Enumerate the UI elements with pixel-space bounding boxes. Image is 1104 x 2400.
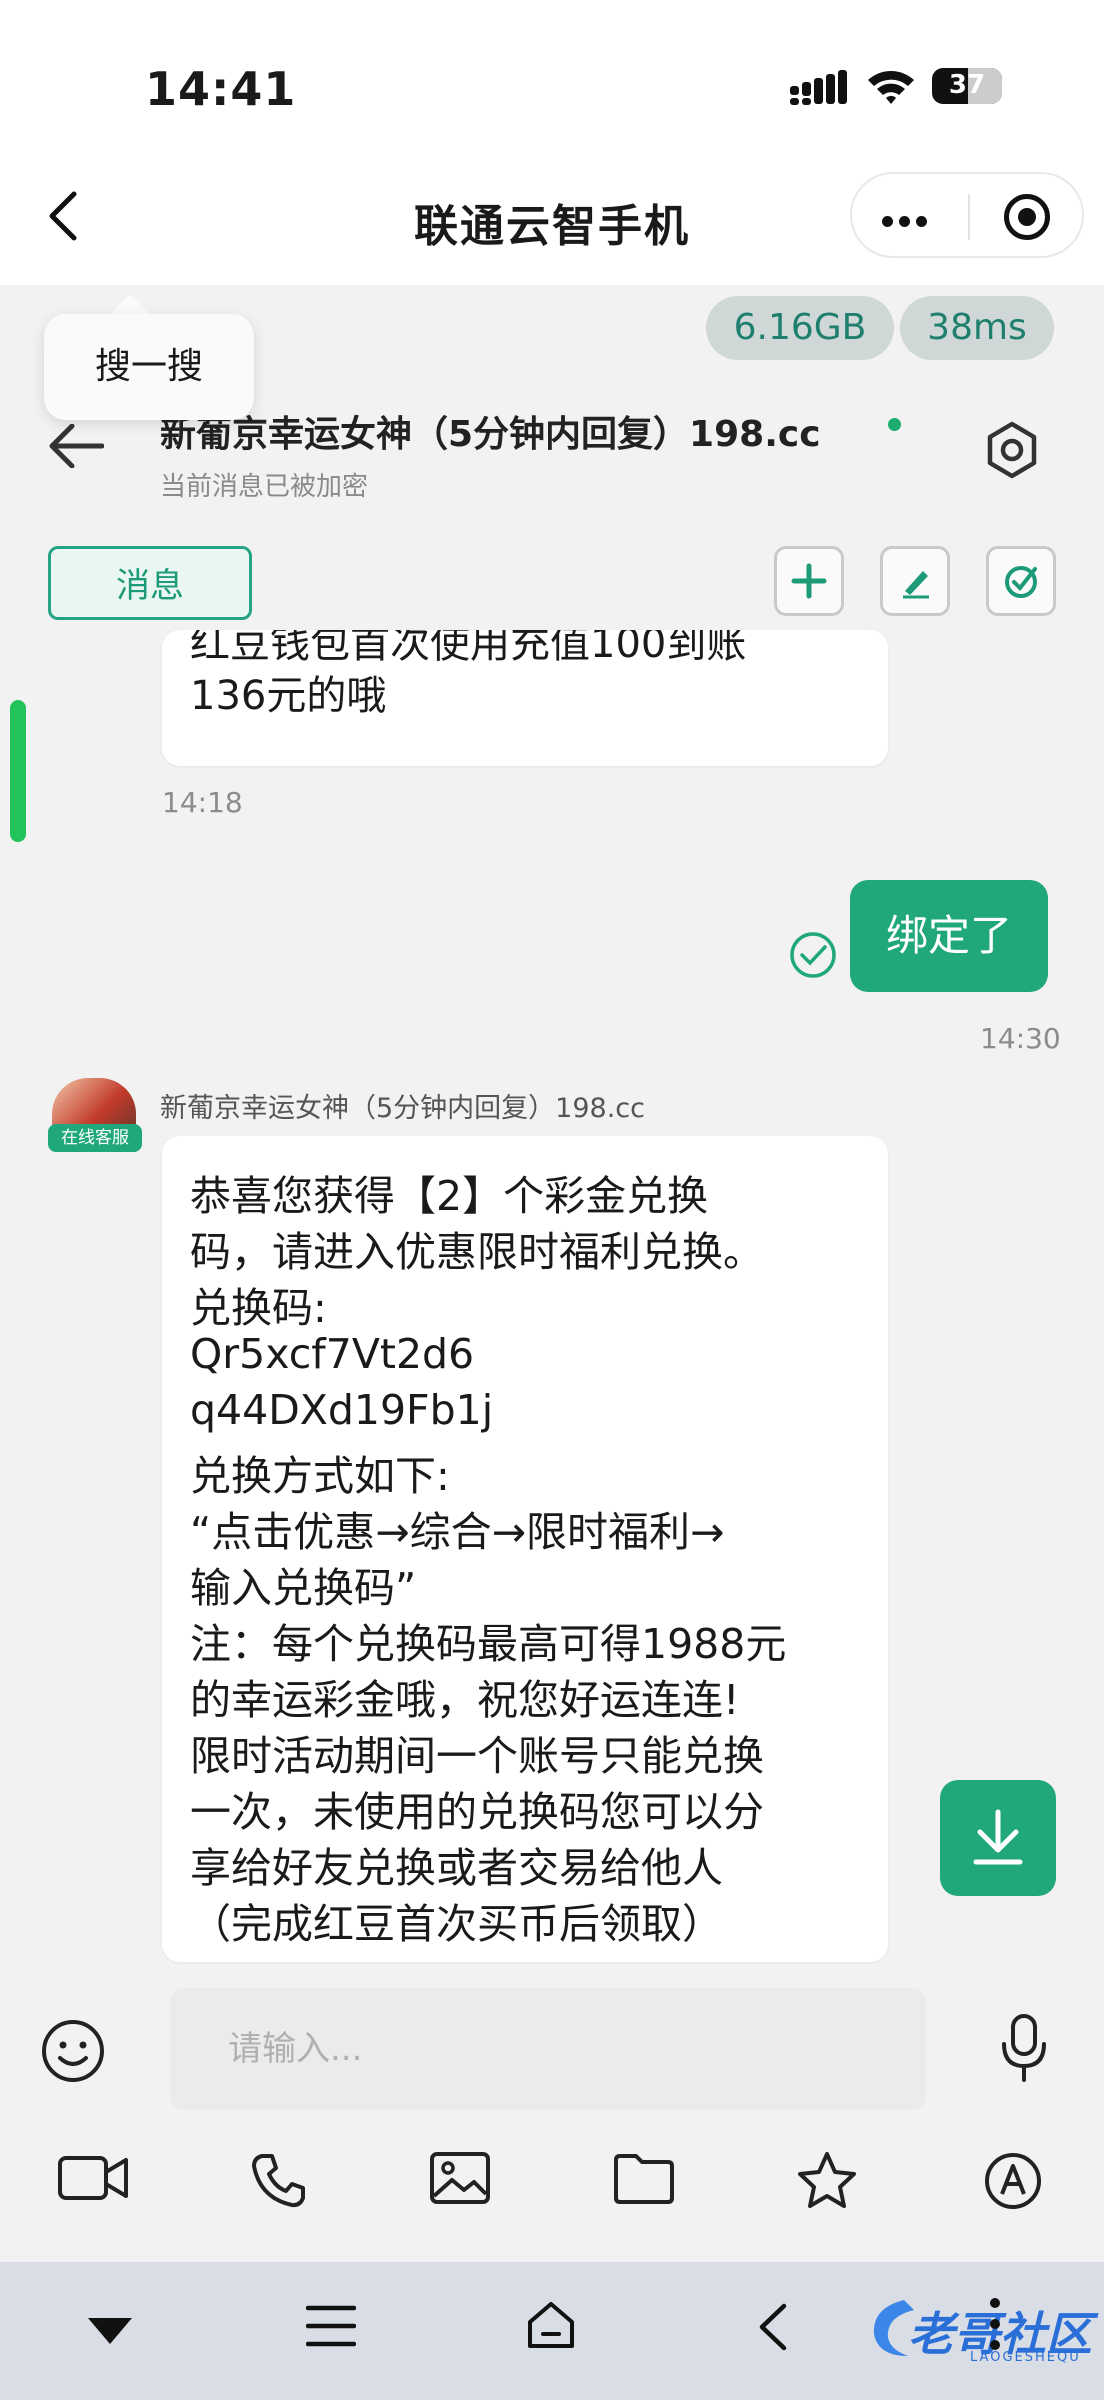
chat-contact-name: 新葡京幸运女神（5分钟内回复）198.cc — [160, 414, 821, 455]
wifi-icon — [868, 71, 914, 104]
status-time: 14:41 — [145, 62, 297, 116]
message-line: 限时活动期间一个账号只能兑换 — [190, 1732, 764, 1780]
pen-icon — [903, 571, 929, 599]
message-line: 一次，未使用的兑换码您可以分 — [190, 1788, 764, 1836]
more-vertical-icon[interactable] — [988, 2296, 1002, 2352]
star-icon[interactable] — [796, 2150, 858, 2210]
hide-keyboard-icon[interactable] — [86, 2316, 134, 2346]
download-button[interactable] — [940, 1780, 1056, 1896]
phone-icon[interactable] — [248, 2150, 308, 2210]
search-tooltip[interactable]: 搜一搜 — [44, 314, 254, 420]
mini-program-capsule — [850, 172, 1084, 258]
message-timestamp: 14:30 — [980, 1022, 1061, 1055]
watermark-logo: 老哥社区 LAOGESHEQU — [864, 2290, 1092, 2370]
latency-chip: 38ms — [900, 296, 1054, 360]
outgoing-message-bubble: 绑定了 — [850, 880, 1048, 992]
message-text: 红豆钱包首次使用充值100到账 136元的哦 — [190, 630, 747, 719]
settings-icon[interactable] — [982, 420, 1042, 480]
download-icon — [973, 1809, 1023, 1865]
message-line: “点击优惠→综合→限时福利→ — [190, 1508, 725, 1556]
scroll-indicator[interactable] — [10, 700, 26, 842]
read-check-icon — [790, 932, 836, 978]
menu-icon[interactable] — [306, 2304, 356, 2348]
message-line: 码，请进入优惠限时福利兑换。 — [190, 1228, 764, 1276]
edit-button[interactable] — [880, 546, 950, 616]
message-line: 兑换码: — [190, 1284, 327, 1332]
chat-back-arrow-icon[interactable] — [48, 424, 104, 468]
incoming-message-bubble: 红豆钱包首次使用充值100到账 136元的哦 — [162, 630, 888, 766]
message-line: 兑换方式如下: — [190, 1452, 450, 1500]
font-icon[interactable] — [982, 2150, 1044, 2212]
check-circle-icon — [1005, 566, 1037, 598]
message-line: 输入兑换码” — [190, 1564, 417, 1612]
close-miniapp-icon[interactable] — [1004, 194, 1050, 240]
image-icon[interactable] — [428, 2150, 492, 2206]
battery-icon: 37 — [932, 68, 1002, 104]
encryption-notice: 当前消息已被加密 — [160, 472, 369, 502]
video-icon[interactable] — [56, 2150, 130, 2206]
message-line: 恭喜您获得【2】个彩金兑换 — [190, 1172, 709, 1220]
emoji-icon[interactable] — [40, 2018, 106, 2084]
message-input[interactable]: 请输入... — [170, 1988, 926, 2110]
watermark-subtext: LAOGESHEQU — [970, 2350, 1081, 2365]
message-line: 享给好友兑换或者交易给他人 — [190, 1844, 723, 1892]
message-line: 注：每个兑换码最高可得1988元 — [190, 1620, 787, 1668]
home-icon[interactable] — [526, 2300, 576, 2350]
message-timestamp: 14:18 — [162, 786, 243, 819]
back-icon[interactable] — [756, 2302, 788, 2352]
online-status-dot — [888, 418, 901, 431]
message-line: （完成红豆首次买币后领取） — [190, 1900, 723, 1948]
more-icon[interactable] — [882, 212, 933, 231]
add-button[interactable] — [774, 546, 844, 616]
incoming-message-bubble: 恭喜您获得【2】个彩金兑换 码，请进入优惠限时福利兑换。 兑换码: Qr5xcf… — [162, 1136, 888, 1962]
message-line: Qr5xcf7Vt2d6 — [190, 1330, 475, 1378]
microphone-icon[interactable] — [996, 2012, 1052, 2084]
tooltip-arrow — [108, 294, 152, 316]
plus-icon — [791, 563, 827, 599]
tab-messages[interactable]: 消息 — [48, 546, 252, 620]
message-line: 的幸运彩金哦，祝您好运连连! — [190, 1676, 740, 1724]
check-button[interactable] — [986, 546, 1056, 616]
online-service-badge: 在线客服 — [48, 1124, 142, 1152]
sender-name: 新葡京幸运女神（5分钟内回复）198.cc — [160, 1093, 645, 1124]
battery-level: 37 — [948, 70, 986, 100]
memory-chip: 6.16GB — [706, 296, 894, 360]
message-line: q44DXd19Fb1j — [190, 1386, 494, 1434]
folder-icon[interactable] — [612, 2150, 676, 2206]
signal-icon — [790, 70, 847, 105]
